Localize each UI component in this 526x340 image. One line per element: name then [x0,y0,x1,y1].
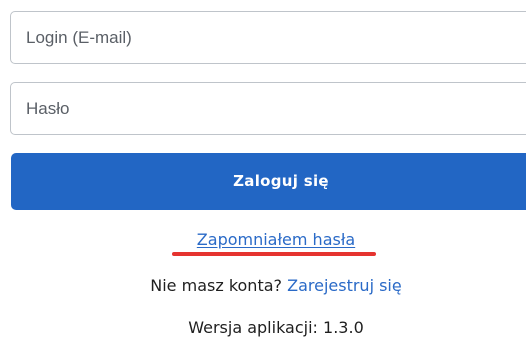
forgot-password-row: Zapomniałem hasła [0,230,526,253]
app-version: Wersja aplikacji: 1.3.0 [0,318,526,337]
password-input[interactable] [10,82,526,135]
highlight-underline [172,252,376,256]
forgot-password-link[interactable]: Zapomniałem hasła [197,230,355,253]
login-email-input[interactable] [10,11,526,64]
register-row: Nie masz konta? Zarejestruj się [0,276,526,295]
login-button-label: Zaloguj się [233,172,329,190]
login-page: Zaloguj się Zapomniałem hasła Nie masz k… [0,0,526,340]
login-button[interactable]: Zaloguj się [11,153,526,210]
version-number: 1.3.0 [323,318,364,337]
register-link[interactable]: Zarejestruj się [287,276,402,295]
version-label: Wersja aplikacji: [188,318,318,337]
no-account-text: Nie masz konta? [150,276,283,295]
